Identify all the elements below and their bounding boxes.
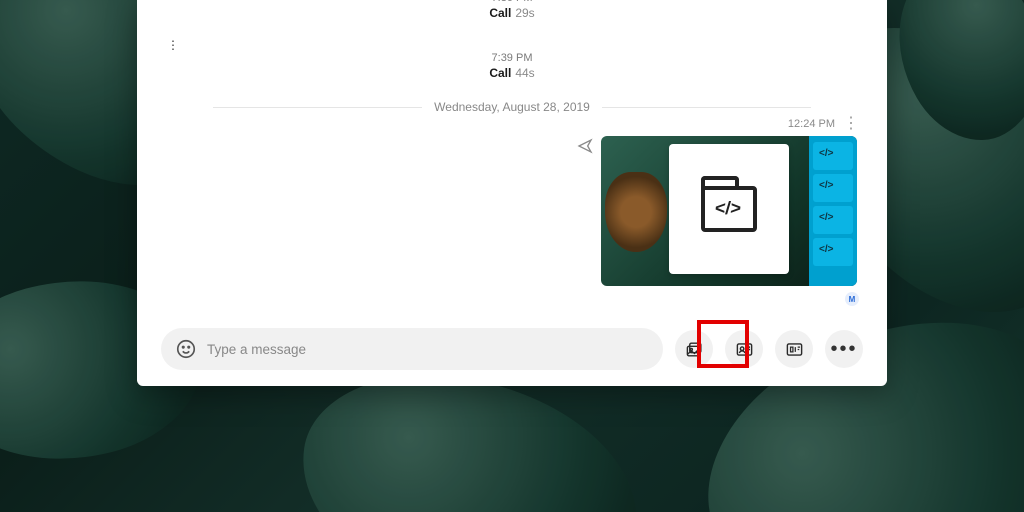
emoji-smile-icon[interactable]	[175, 338, 197, 360]
call-entry: 7:36 PM Call 29s	[167, 0, 857, 26]
chat-window: 7:36 PM Call 29s ⋮ 7:39 PM Call 44s Wednes…	[137, 0, 887, 386]
message-time: 12:24 PM	[788, 118, 835, 130]
more-icon: •••	[830, 339, 857, 359]
call-entry: ⋮ 7:39 PM Call 44s	[167, 36, 857, 86]
composer: •••	[137, 316, 887, 386]
message-list: 7:36 PM Call 29s ⋮ 7:39 PM Call 44s Wednes…	[137, 0, 887, 316]
kebab-icon[interactable]: ⋮	[167, 38, 179, 52]
call-label: Call	[489, 66, 511, 80]
outgoing-message: </> M	[167, 136, 857, 286]
call-duration: 29s	[515, 6, 534, 20]
more-button[interactable]: •••	[825, 330, 863, 368]
image-attachment[interactable]: </>	[601, 136, 857, 286]
date-divider: Wednesday, August 28, 2019	[201, 100, 823, 114]
kebab-icon[interactable]: ⋮	[843, 116, 859, 132]
contact-card-button[interactable]	[725, 330, 763, 368]
message-input-container	[161, 328, 663, 370]
date-divider-label: Wednesday, August 28, 2019	[434, 100, 590, 114]
read-indicator: M	[845, 292, 859, 306]
gif-button[interactable]	[775, 330, 813, 368]
call-label: Call	[489, 6, 511, 20]
message-input[interactable]	[207, 342, 639, 357]
media-gallery-button[interactable]	[675, 330, 713, 368]
call-time: 7:39 PM	[167, 52, 857, 64]
sent-arrow-icon	[577, 138, 593, 157]
call-time: 7:36 PM	[167, 0, 857, 4]
call-duration: 44s	[515, 66, 534, 80]
